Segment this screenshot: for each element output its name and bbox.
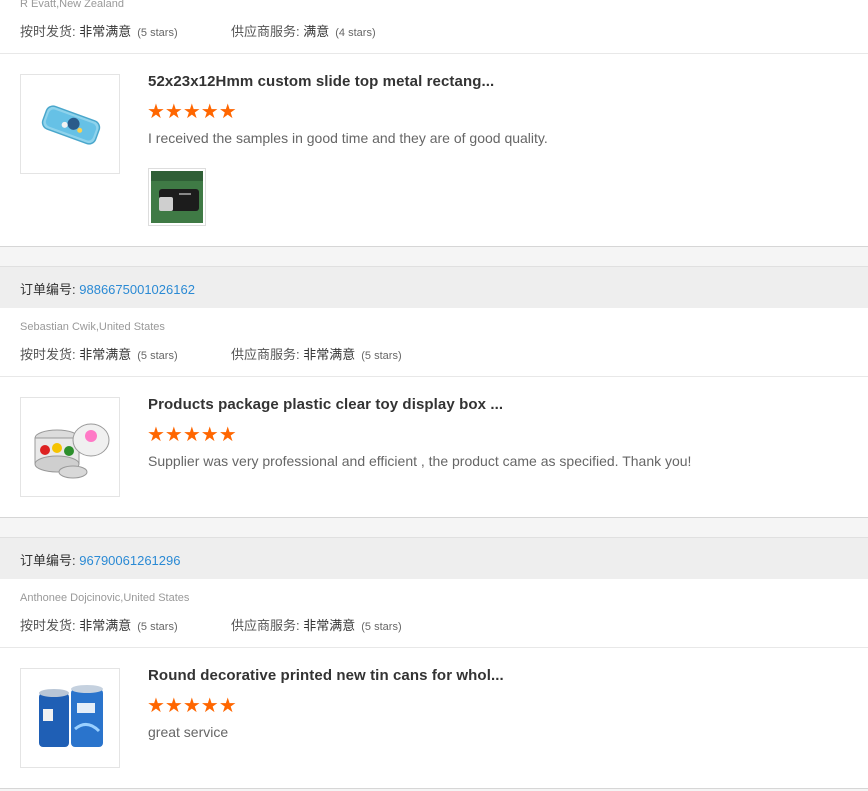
- order-number-link[interactable]: 9886675001026162: [79, 282, 195, 297]
- divider: [0, 647, 868, 648]
- rating-stars: ★★★★★: [147, 695, 237, 717]
- blue-tin-cans-image: [39, 685, 103, 747]
- service-value: 满意: [303, 24, 330, 39]
- order-number-label: 订单编号:: [20, 553, 76, 568]
- product-thumbnail[interactable]: [20, 397, 120, 497]
- divider: [0, 376, 868, 377]
- divider: [0, 53, 868, 54]
- service-label: 供应商服务:: [231, 618, 300, 633]
- order-number-label: 订单编号:: [20, 282, 76, 297]
- delivery-label: 按时发货:: [20, 347, 76, 362]
- service-value: 非常满意: [303, 618, 356, 633]
- delivery-stars: (5 stars): [137, 27, 178, 39]
- review-text: I received the samples in good time and …: [148, 130, 548, 146]
- delivery-label: 按时发货:: [20, 618, 76, 633]
- delivery-stars: (5 stars): [137, 621, 178, 633]
- product-thumbnail[interactable]: [20, 74, 120, 174]
- black-tin-photo: [151, 171, 203, 223]
- product-title-link[interactable]: 52x23x12Hmm custom slide top metal recta…: [148, 73, 494, 90]
- delivery-stars: (5 stars): [137, 350, 178, 362]
- service-label: 供应商服务:: [231, 347, 300, 362]
- delivery-value: 非常满意: [79, 24, 132, 39]
- service-value: 非常满意: [303, 347, 356, 362]
- buyer-name: R Evatt,New Zealand: [20, 0, 124, 10]
- rating-stars: ★★★★★: [147, 101, 237, 123]
- service-label: 供应商服务:: [231, 24, 300, 39]
- delivery-value: 非常满意: [79, 618, 132, 633]
- order-header: 订单编号: 9886675001026162: [0, 267, 868, 308]
- buyer-name: Sebastian Cwik,United States: [20, 321, 165, 333]
- ratings-row: 按时发货: 非常满意 (5 stars) 供应商服务: 满意 (4 stars): [20, 21, 376, 40]
- ratings-row: 按时发货: 非常满意 (5 stars) 供应商服务: 非常满意 (5 stars): [20, 344, 402, 363]
- review-photo[interactable]: [148, 168, 206, 226]
- review-text: Supplier was very professional and effic…: [148, 453, 692, 469]
- service-stars: (5 stars): [361, 621, 402, 633]
- rating-stars: ★★★★★: [147, 424, 237, 446]
- paint-can-image: [34, 423, 110, 479]
- blue-mint-tin-image: [41, 105, 101, 145]
- ratings-row: 按时发货: 非常满意 (5 stars) 供应商服务: 非常满意 (5 stars): [20, 615, 402, 634]
- delivery-value: 非常满意: [79, 347, 132, 362]
- review-text: great service: [148, 724, 229, 740]
- section-gap: [0, 517, 868, 538]
- product-title-link[interactable]: Products package plastic clear toy displ…: [148, 396, 503, 413]
- product-title-link[interactable]: Round decorative printed new tin cans fo…: [148, 667, 504, 684]
- buyer-name: Anthonee Dojcinovic,United States: [20, 592, 190, 604]
- order-header: 订单编号: 96790061261296: [0, 538, 868, 579]
- service-stars: (5 stars): [361, 350, 402, 362]
- order-number-link[interactable]: 96790061261296: [79, 553, 180, 568]
- product-thumbnail[interactable]: [20, 668, 120, 768]
- delivery-label: 按时发货:: [20, 24, 76, 39]
- service-stars: (4 stars): [335, 27, 376, 39]
- section-gap: [0, 246, 868, 267]
